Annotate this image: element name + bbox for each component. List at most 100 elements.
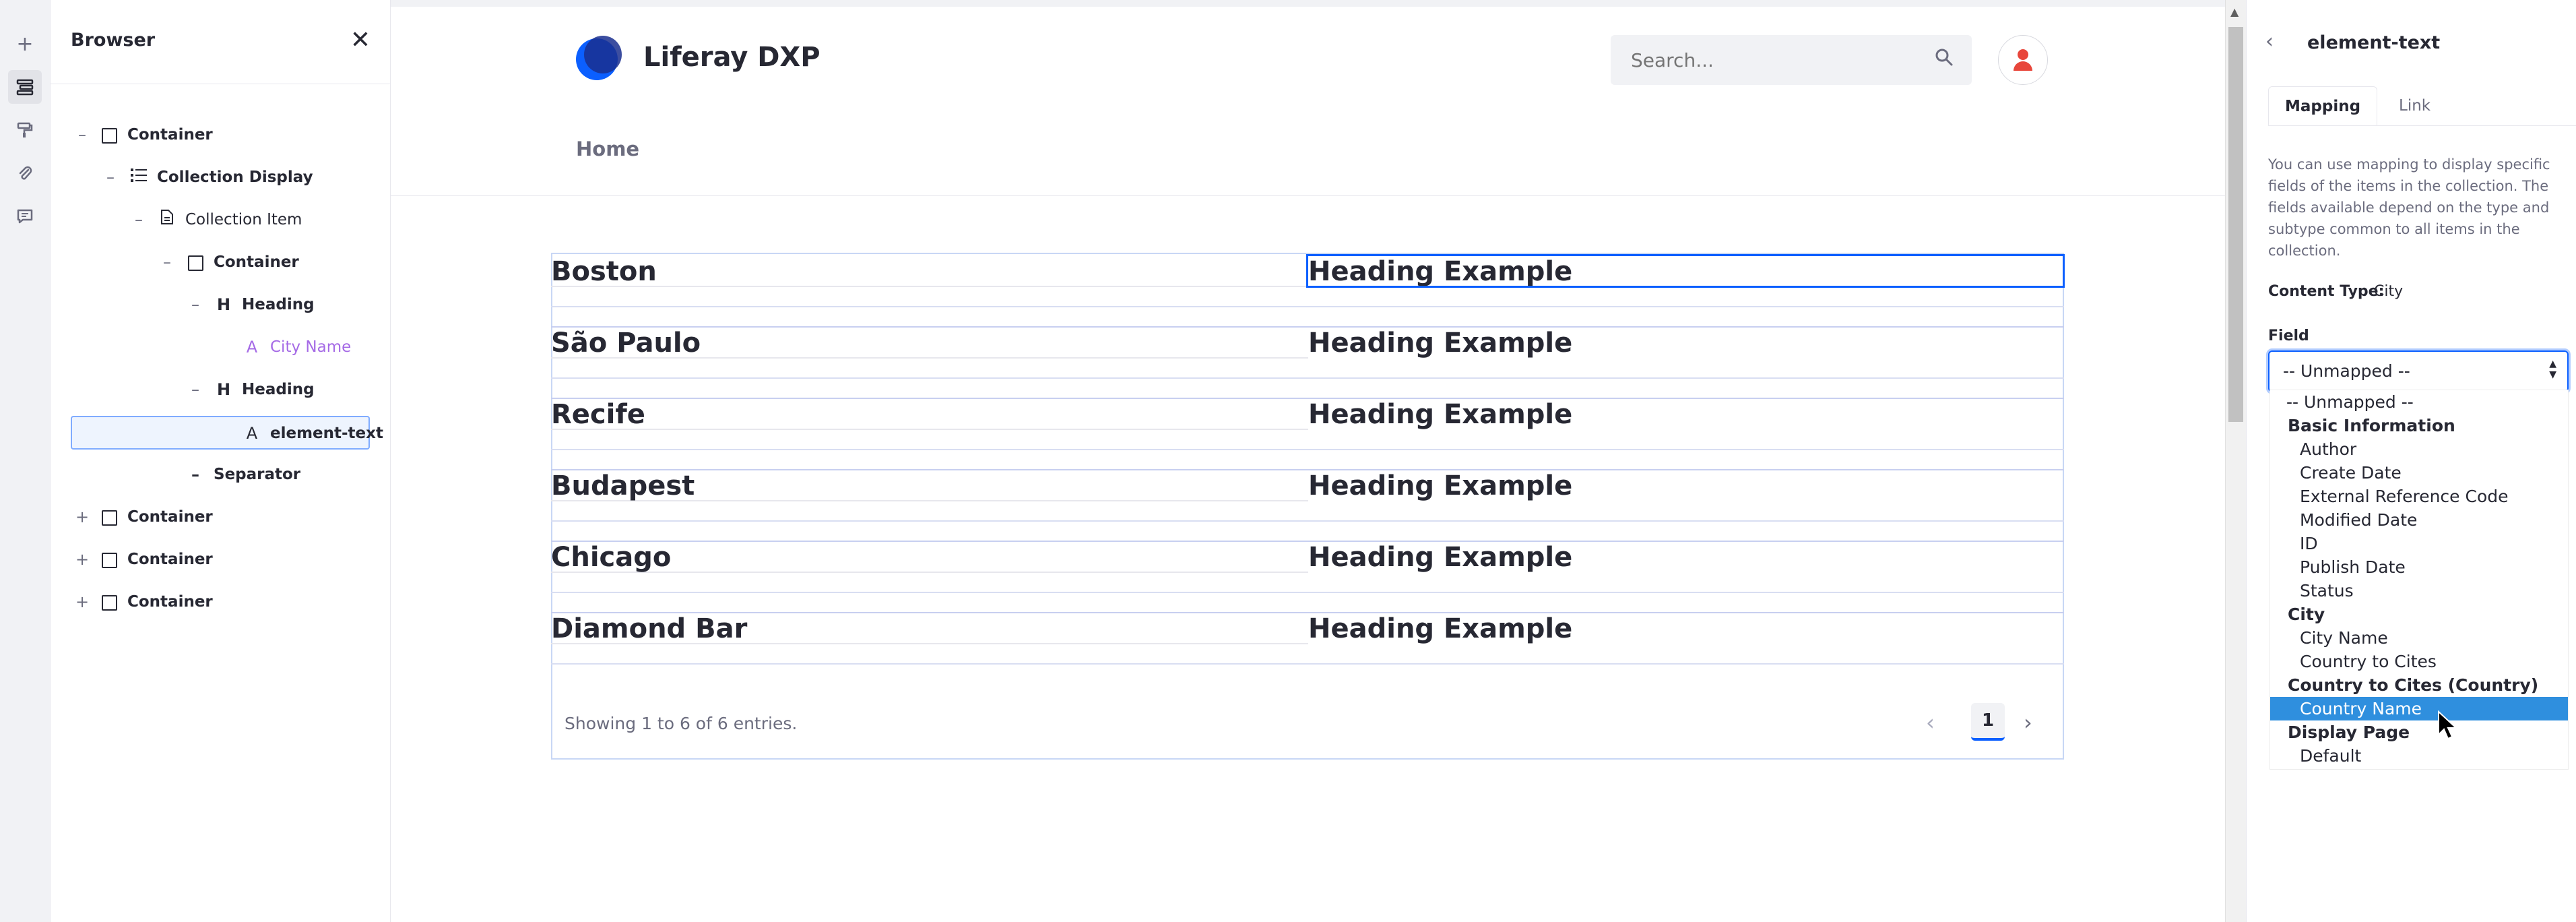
tree-item-label: Collection Item	[185, 211, 302, 228]
chevron-right-icon[interactable]: ›	[2024, 710, 2032, 735]
dropdown-option[interactable]: -- Unmapped --	[2270, 390, 2568, 414]
plus-icon[interactable]: +	[8, 27, 42, 61]
dropdown-option[interactable]: Create Date	[2270, 461, 2568, 485]
dropdown-option[interactable]: Country to Cites	[2270, 650, 2568, 673]
scrollbar-thumb[interactable]	[2228, 27, 2243, 422]
element-text-heading[interactable]: Heading Example	[1308, 328, 2063, 359]
tree-item-label: element-text	[270, 425, 383, 442]
mapping-help-text: You can use mapping to display specific …	[2268, 156, 2550, 259]
tree-item-heading[interactable]: – H Heading	[71, 288, 370, 322]
tree-item-label: Separator	[214, 466, 301, 483]
collection-item[interactable]: Diamond Bar Heading Example	[551, 612, 2064, 683]
dropdown-option[interactable]: Modified Date	[2270, 508, 2568, 532]
chevron-left-icon[interactable]: ‹	[1926, 710, 1935, 735]
scroll-up-icon[interactable]: ▲	[2230, 5, 2239, 18]
tree-item-element-text-selected[interactable]: A element-text	[71, 416, 383, 450]
collapse-icon[interactable]: –	[185, 294, 205, 315]
collapse-icon[interactable]: –	[100, 166, 121, 188]
tree-item-collection-display[interactable]: – Collection Display	[71, 161, 370, 195]
tree-item-heading[interactable]: – H Heading	[71, 373, 370, 407]
search-icon[interactable]	[1934, 47, 1954, 73]
dropdown-option-highlighted[interactable]: Country Name	[2270, 697, 2568, 720]
city-name-text[interactable]: Chicago	[551, 542, 1308, 573]
comments-icon[interactable]	[8, 199, 42, 233]
tree-item-label: Container	[127, 508, 213, 526]
dropdown-option[interactable]: Publish Date	[2270, 555, 2568, 579]
collapse-icon[interactable]: –	[185, 379, 205, 400]
liferay-logo[interactable]	[576, 36, 623, 83]
tree-item-container[interactable]: – Container	[71, 246, 370, 280]
element-text-heading[interactable]: Heading Example	[1308, 613, 2063, 644]
collapse-icon[interactable]: –	[129, 209, 149, 230]
paint-roller-icon[interactable]	[8, 113, 42, 147]
close-icon[interactable]: ✕	[347, 27, 374, 54]
expand-icon[interactable]: +	[72, 506, 92, 528]
document-icon	[157, 209, 177, 230]
tab-mapping[interactable]: Mapping	[2268, 86, 2378, 125]
tree-item-separator[interactable]: – Separator	[71, 458, 370, 492]
user-avatar-button[interactable]	[1998, 35, 2048, 85]
tree-item-collection-item[interactable]: – Collection Item	[71, 204, 370, 237]
city-name-text[interactable]: Recife	[551, 399, 1308, 430]
dropdown-option[interactable]: ID	[2270, 532, 2568, 555]
heading-icon: H	[216, 380, 231, 399]
tree-item-container[interactable]: + Container	[71, 586, 370, 619]
paperclip-icon[interactable]	[8, 156, 42, 190]
browser-icon[interactable]	[8, 70, 42, 104]
element-text-heading[interactable]: Heading Example	[1308, 470, 2063, 501]
field-select-value: -- Unmapped --	[2283, 361, 2410, 381]
site-name[interactable]: Liferay DXP	[643, 42, 820, 73]
dropdown-optgroup-label: Country to Cites (Country)	[2288, 675, 2539, 695]
container-icon	[99, 591, 119, 613]
collapse-icon[interactable]: –	[157, 251, 177, 273]
tree-item-container[interactable]: + Container	[71, 543, 370, 577]
search-box[interactable]	[1611, 35, 1972, 85]
collapse-icon[interactable]: –	[72, 124, 92, 146]
dropdown-option[interactable]: External Reference Code	[2270, 485, 2568, 508]
user-icon	[2018, 49, 2028, 60]
field-select[interactable]: -- Unmapped -- ▲ ▼	[2268, 350, 2569, 392]
heading-icon: H	[216, 295, 231, 314]
tree-item-city-name[interactable]: A City Name	[71, 331, 370, 365]
nav-item-home[interactable]: Home	[576, 137, 639, 160]
collection-item[interactable]: São Paulo Heading Example	[551, 326, 2064, 398]
dropdown-optgroup-label: Display Page	[2288, 723, 2410, 742]
canvas-scrollbar[interactable]: ▲	[2225, 0, 2246, 922]
city-name-text[interactable]: São Paulo	[551, 328, 1308, 359]
tree-item-container[interactable]: + Container	[71, 501, 370, 534]
content-type-value: City	[2374, 283, 2404, 300]
dropdown-option[interactable]: City Name	[2270, 626, 2568, 650]
paint-roller-icon-svg	[17, 122, 33, 137]
city-name-text[interactable]: Budapest	[551, 470, 1308, 501]
element-text-heading-selected[interactable]: Heading Example	[1306, 254, 2065, 288]
collection-item[interactable]: Recife Heading Example	[551, 398, 2064, 469]
container-icon	[99, 506, 119, 528]
tree-item-label: Container	[214, 253, 299, 271]
text-icon: A	[246, 338, 258, 357]
browser-title: Browser	[71, 30, 156, 51]
tree-item-label: Container	[127, 126, 213, 144]
page-number-button[interactable]: 1	[1971, 703, 2005, 741]
select-arrows-icon: ▲ ▼	[2549, 359, 2556, 380]
dropdown-option[interactable]: Default	[2270, 744, 2568, 768]
expand-icon[interactable]: +	[72, 549, 92, 570]
tree-item-label: Container	[127, 593, 213, 611]
city-name-text[interactable]: Diamond Bar	[551, 613, 1308, 644]
search-input[interactable]	[1630, 49, 1915, 72]
browser-icon-svg	[16, 79, 34, 96]
tree-item-label: City Name	[270, 338, 352, 356]
dropdown-option[interactable]: Author	[2270, 437, 2568, 461]
back-icon[interactable]: ‹	[2265, 30, 2274, 53]
collection-item[interactable]: Boston Heading Example	[551, 254, 2065, 326]
collection-item[interactable]: Chicago Heading Example	[551, 541, 2064, 612]
city-name-text[interactable]: Boston	[551, 256, 1308, 287]
tree-item-label: Heading	[242, 296, 315, 313]
element-text-heading[interactable]: Heading Example	[1308, 542, 2063, 573]
tree-item-container[interactable]: – Container	[71, 119, 370, 152]
expand-icon[interactable]: +	[72, 591, 92, 613]
pagination-results-text: Showing 1 to 6 of 6 entries.	[565, 714, 798, 733]
tab-link[interactable]: Link	[2383, 86, 2447, 125]
collection-item[interactable]: Budapest Heading Example	[551, 469, 2064, 541]
element-text-heading[interactable]: Heading Example	[1308, 399, 2063, 430]
dropdown-option[interactable]: Status	[2270, 579, 2568, 603]
